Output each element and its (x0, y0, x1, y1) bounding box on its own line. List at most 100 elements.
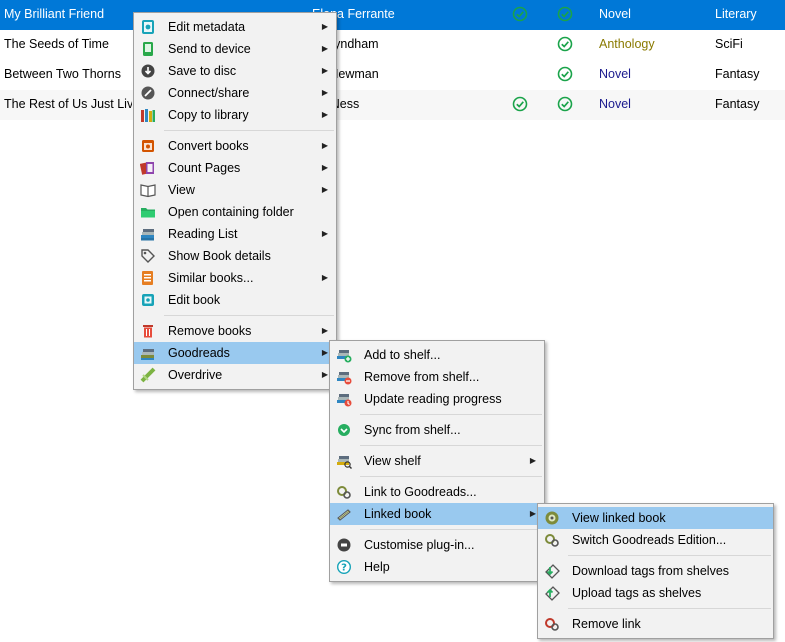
menu-item-save-to-disc[interactable]: Save to disc ▶ (134, 60, 336, 82)
book-author: ick Ness (312, 97, 360, 111)
menu-item-linked-book[interactable]: Linked book ▶ (330, 503, 544, 525)
menu-item-remove-from-shelf[interactable]: Remove from shelf... (330, 366, 544, 388)
menu-item-connect-share[interactable]: Connect/share ▶ (134, 82, 336, 104)
menu-item-label: Upload tags as shelves (572, 586, 702, 600)
menu-item-edit-metadata[interactable]: Edit metadata ▶ (134, 16, 336, 38)
menu-item-label: Edit book (168, 293, 221, 307)
menu-item-view[interactable]: View ▶ (134, 179, 336, 201)
menu-item-similar-books[interactable]: Similar books... ▶ (134, 267, 336, 289)
menu-item-label: Help (364, 560, 390, 574)
menu-item-label: Show Book details (168, 249, 271, 263)
context-menu: Edit metadata ▶ Send to device ▶ Save to… (133, 12, 337, 390)
goodreads-submenu: Add to shelf... Remove from shelf... Upd… (329, 340, 545, 582)
table-row[interactable]: The Seeds of Time n Wyndham Anthology Sc… (0, 30, 785, 60)
menu-separator (568, 608, 771, 609)
menu-item-label: Linked book (364, 507, 432, 521)
tag-icon (140, 248, 156, 264)
table-row[interactable]: My Brilliant Friend Elena Ferrante Novel… (0, 0, 785, 30)
device-icon (140, 41, 156, 57)
menu-item-label: Send to device (168, 42, 251, 56)
menu-item-count-pages[interactable]: Count Pages ▶ (134, 157, 336, 179)
menu-item-label: View shelf (364, 454, 421, 468)
book-category: Fantasy (715, 67, 760, 81)
book-category: Fantasy (715, 97, 760, 111)
menu-item-remove-books[interactable]: Remove books ▶ (134, 320, 336, 342)
menu-separator (360, 445, 542, 446)
linked-book-icon (336, 506, 352, 522)
menu-separator (360, 476, 542, 477)
menu-item-update-reading-progress[interactable]: Update reading progress (330, 388, 544, 410)
menu-item-convert-books[interactable]: Convert books ▶ (134, 135, 336, 157)
overdrive-icon (140, 367, 156, 383)
menu-item-goodreads[interactable]: Goodreads ▶ (134, 342, 336, 364)
submenu-arrow-icon: ▶ (321, 22, 328, 31)
book-title: The Rest of Us Just Liv (4, 97, 132, 111)
menu-item-sync-from-shelf[interactable]: Sync from shelf... (330, 419, 544, 441)
menu-item-upload-tags[interactable]: Upload tags as shelves (538, 582, 773, 604)
menu-item-switch-goodreads-edition[interactable]: Switch Goodreads Edition... (538, 529, 773, 551)
menu-item-view-shelf[interactable]: View shelf ▶ (330, 450, 544, 472)
menu-item-overdrive[interactable]: Overdrive ▶ (134, 364, 336, 386)
help-icon: ? (336, 559, 352, 575)
menu-separator (164, 130, 334, 131)
menu-item-view-linked-book[interactable]: View linked book (538, 507, 773, 529)
submenu-arrow-icon: ▶ (529, 456, 536, 465)
menu-item-label: Copy to library (168, 108, 249, 122)
menu-item-label: Goodreads (168, 346, 230, 360)
check-icon (557, 30, 575, 60)
edit-book-icon (140, 292, 156, 308)
submenu-arrow-icon: ▶ (321, 326, 328, 335)
goodreads-icon (140, 345, 156, 361)
menu-item-label: Overdrive (168, 368, 223, 382)
menu-item-label: Update reading progress (364, 392, 502, 406)
book-title: The Seeds of Time (4, 37, 109, 51)
menu-item-add-to-shelf[interactable]: Add to shelf... (330, 344, 544, 366)
link-icon (336, 484, 352, 500)
customise-icon (336, 537, 352, 553)
menu-item-help[interactable]: ? Help (330, 556, 544, 578)
convert-icon (140, 138, 156, 154)
menu-item-label: View (168, 183, 195, 197)
submenu-arrow-icon: ▶ (321, 66, 328, 75)
menu-item-edit-book[interactable]: Edit book (134, 289, 336, 311)
menu-item-download-tags[interactable]: Download tags from shelves (538, 560, 773, 582)
book-genre: Novel (599, 97, 631, 111)
submenu-arrow-icon: ▶ (321, 88, 328, 97)
menu-item-label: Count Pages (168, 161, 241, 175)
book-category: Literary (715, 7, 757, 21)
book-author: na Newman (312, 67, 379, 81)
sync-icon (336, 422, 352, 438)
menu-separator (360, 414, 542, 415)
menu-item-show-book-details[interactable]: Show Book details (134, 245, 336, 267)
menu-item-copy-to-library[interactable]: Copy to library ▶ (134, 104, 336, 126)
book-title: My Brilliant Friend (4, 7, 105, 21)
table-row[interactable]: The Rest of Us Just Liv ick Ness Novel F… (0, 90, 785, 120)
upload-tags-icon (544, 585, 560, 601)
menu-item-open-containing-folder[interactable]: Open containing folder (134, 201, 336, 223)
reading-list-icon (140, 226, 156, 242)
table-row[interactable]: Between Two Thorns na Newman Novel Fanta… (0, 60, 785, 90)
save-icon (140, 63, 156, 79)
menu-item-link-to-goodreads[interactable]: Link to Goodreads... (330, 481, 544, 503)
menu-item-send-to-device[interactable]: Send to device ▶ (134, 38, 336, 60)
menu-item-label: Similar books... (168, 271, 254, 285)
submenu-arrow-icon: ▶ (321, 141, 328, 150)
switch-edition-icon (544, 532, 560, 548)
download-tags-icon (544, 563, 560, 579)
book-genre: Novel (599, 67, 631, 81)
view-shelf-icon (336, 453, 352, 469)
check-icon (557, 90, 575, 120)
menu-item-label: Save to disc (168, 64, 237, 78)
count-pages-icon (139, 160, 156, 176)
submenu-arrow-icon: ▶ (321, 110, 328, 119)
menu-item-reading-list[interactable]: Reading List ▶ (134, 223, 336, 245)
add-shelf-icon (336, 347, 352, 363)
menu-item-label: Sync from shelf... (364, 423, 461, 437)
menu-item-label: Link to Goodreads... (364, 485, 477, 499)
menu-item-label: Remove from shelf... (364, 370, 480, 384)
check-icon (512, 0, 530, 30)
menu-item-remove-link[interactable]: Remove link (538, 613, 773, 635)
library-icon (140, 107, 156, 123)
menu-item-customise-plugin[interactable]: Customise plug-in... (330, 534, 544, 556)
check-icon (557, 60, 575, 90)
